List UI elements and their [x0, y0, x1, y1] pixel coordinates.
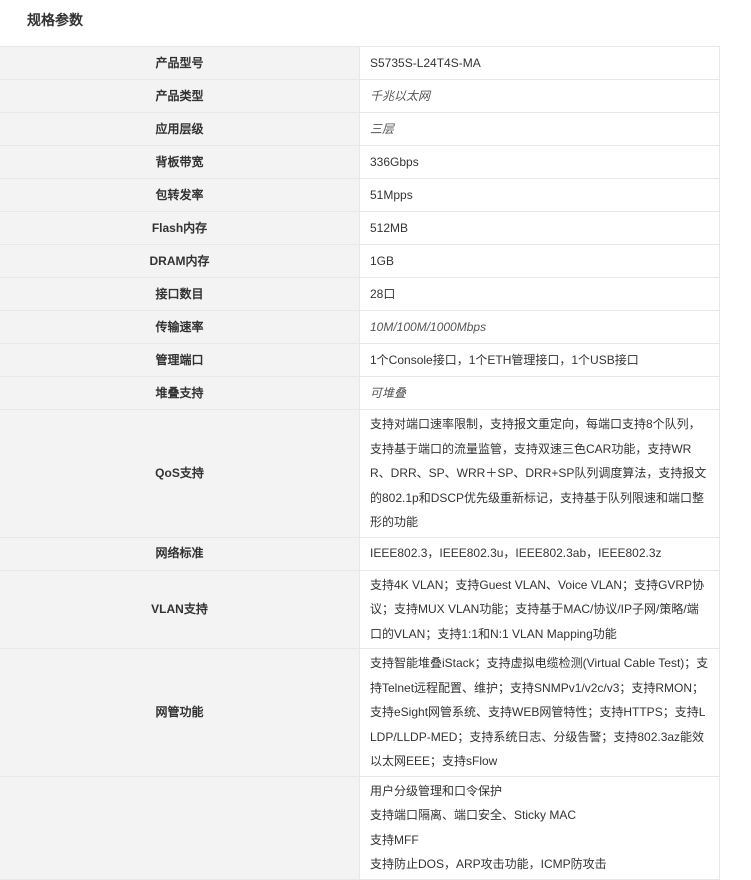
table-row: 产品型号 S5735S-L24T4S-MA: [0, 46, 720, 80]
spec-value: 支持4K VLAN；支持Guest VLAN、Voice VLAN；支持GVRP…: [359, 569, 720, 649]
spec-value: 千兆以太网: [359, 79, 720, 113]
table-row-mgmt: 网管功能 支持智能堆叠iStack；支持虚拟电缆检测(Virtual Cable…: [0, 648, 720, 777]
value-line: LDP/LLDP-MED；支持系统日志、分级告警；支持802.3az能效: [370, 729, 705, 744]
spec-key: 管理端口: [0, 343, 360, 377]
spec-key: 网管功能: [0, 648, 360, 777]
spec-key: DRAM内存: [0, 244, 360, 278]
table-row-qos: QoS支持 支持对端口速率限制，支持报文重定向，每端口支持8个队列， 支持基于端…: [0, 409, 720, 538]
spec-value: 512MB: [359, 211, 720, 245]
value-line: 支持智能堆叠iStack；支持虚拟电缆检测(Virtual Cable Test…: [370, 656, 709, 670]
value-line: R、DRR、SP、WRR＋SP、DRR+SP队列调度算法，支持报文: [370, 466, 707, 480]
spec-key: 包转发率: [0, 178, 360, 212]
spec-key: 产品类型: [0, 79, 360, 113]
value-line: 用户分级管理和口令保护: [370, 783, 503, 798]
table-row: 包转发率 51Mpps: [0, 178, 720, 212]
value-line: 的802.1p和DSCP优先级重新标记，支持基于队列限速和端口整: [370, 490, 705, 505]
spec-value: S5735S-L24T4S-MA: [359, 46, 720, 80]
value-line: 形的功能: [370, 515, 419, 529]
value-line: 支持eSight网管系统、支持WEB网管特性；支持HTTPS；支持L: [370, 705, 706, 719]
value-line: 支持端口隔离、端口安全、Sticky MAC: [370, 808, 577, 822]
table-row: Flash内存 512MB: [0, 211, 720, 245]
value-line: 以太网EEE；支持sFlow: [370, 754, 498, 768]
spec-key: 网络标准: [0, 536, 360, 571]
table-row: 管理端口 1个Console接口，1个ETH管理接口，1个USB接口: [0, 343, 720, 377]
spec-key: QoS支持: [0, 409, 360, 538]
spec-key: 产品型号: [0, 46, 360, 80]
value-line: 口的VLAN；支持1:1和N:1 VLAN Mapping功能: [370, 626, 617, 641]
table-row-vlan: VLAN支持 支持4K VLAN；支持Guest VLAN、Voice VLAN…: [0, 569, 720, 649]
spec-value: 1个Console接口，1个ETH管理接口，1个USB接口: [359, 343, 720, 377]
spec-value: 三层: [359, 112, 720, 146]
spec-key: 传输速率: [0, 310, 360, 344]
spec-key: 堆叠支持: [0, 376, 360, 410]
spec-value: 1GB: [359, 244, 720, 278]
spec-value: 28口: [359, 277, 720, 311]
table-row-security: 用户分级管理和口令保护 支持端口隔离、端口安全、Sticky MAC 支持MFF…: [0, 775, 720, 880]
spec-value: 51Mpps: [359, 178, 720, 212]
spec-key: 背板带宽: [0, 145, 360, 179]
spec-value: 10M/100M/1000Mbps: [359, 310, 720, 344]
table-row: 接口数目 28口: [0, 277, 720, 311]
table-row-network: 网络标准 IEEE802.3，IEEE802.3u，IEEE802.3ab，IE…: [0, 536, 720, 571]
spec-value: 用户分级管理和口令保护 支持端口隔离、端口安全、Sticky MAC 支持MFF…: [359, 775, 720, 880]
value-line: 支持防止DOS，ARP攻击功能，ICMP防攻击: [370, 857, 607, 871]
table-row: 传输速率 10M/100M/1000Mbps: [0, 310, 720, 344]
value-line: 支持4K VLAN；支持Guest VLAN、Voice VLAN；支持GVRP…: [370, 577, 705, 592]
value-line: 持Telnet远程配置、维护；支持SNMPv1/v2c/v3；支持RMON；: [370, 680, 705, 695]
section-header: 规格参数: [0, 0, 751, 38]
table-row: 产品类型 千兆以太网: [0, 79, 720, 113]
spec-key: VLAN支持: [0, 569, 360, 649]
spec-key: Flash内存: [0, 211, 360, 245]
spec-key: [0, 775, 360, 880]
value-line: 支持基于端口的流量监管，支持双速三色CAR功能，支持WR: [370, 441, 692, 456]
value-line: 支持对端口速率限制，支持报文重定向，每端口支持8个队列，: [370, 417, 701, 431]
value-line: 支持MFF: [370, 832, 419, 847]
spec-value: 支持智能堆叠iStack；支持虚拟电缆检测(Virtual Cable Test…: [359, 648, 720, 777]
spec-value: 支持对端口速率限制，支持报文重定向，每端口支持8个队列， 支持基于端口的流量监管…: [359, 409, 720, 538]
spec-key: 应用层级: [0, 112, 360, 146]
table-row: DRAM内存 1GB: [0, 244, 720, 278]
table-row: 堆叠支持 可堆叠: [0, 376, 720, 410]
spec-value: IEEE802.3，IEEE802.3u，IEEE802.3ab，IEEE802…: [359, 536, 720, 571]
spec-value: 可堆叠: [359, 376, 720, 410]
spec-value: 336Gbps: [359, 145, 720, 179]
table-row: 应用层级 三层: [0, 112, 720, 146]
section-title: 规格参数: [27, 12, 83, 28]
spec-table: 产品型号 S5735S-L24T4S-MA 产品类型 千兆以太网 应用层级 三层…: [0, 46, 720, 880]
value-line: 议；支持MUX VLAN功能；支持基于MAC/协议/IP子网/策略/端: [370, 602, 699, 616]
table-row: 背板带宽 336Gbps: [0, 145, 720, 179]
spec-key: 接口数目: [0, 277, 360, 311]
